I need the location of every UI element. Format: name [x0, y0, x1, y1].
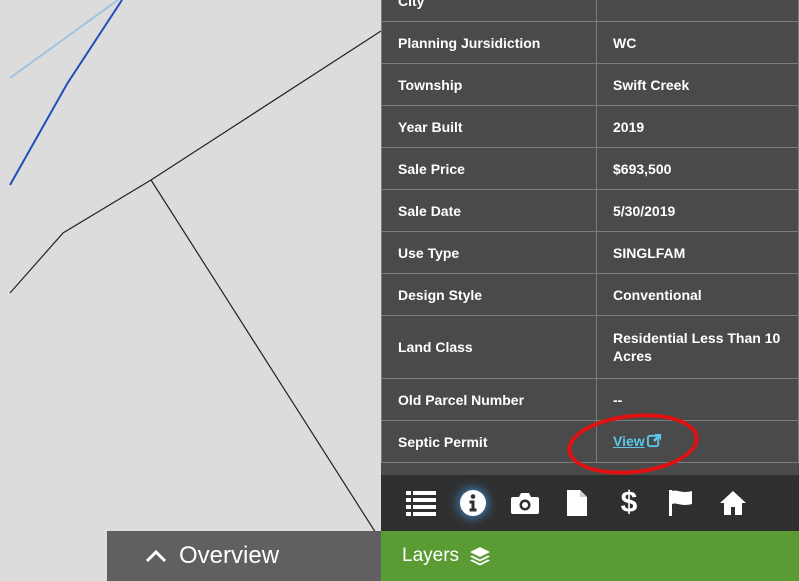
list-icon	[406, 491, 436, 516]
attribute-label: Septic Permit	[381, 420, 597, 463]
table-row: Planning Jursidiction WC	[381, 21, 799, 64]
attribute-value	[596, 0, 799, 22]
attribute-value: 2019	[596, 105, 799, 148]
layers-icon	[470, 547, 491, 566]
attribute-label: Township	[381, 63, 597, 106]
attribute-value: 5/30/2019	[596, 189, 799, 232]
home-button[interactable]	[717, 485, 749, 521]
attribute-label: Design Style	[381, 273, 597, 316]
attribute-label: Sale Date	[381, 189, 597, 232]
table-row: Township Swift Creek	[381, 63, 799, 106]
attribute-label: Old Parcel Number	[381, 378, 597, 421]
table-row: Sale Date 5/30/2019	[381, 189, 799, 232]
attribute-value: Residential Less Than 10 Acres	[596, 315, 799, 379]
attribute-value: $693,500	[596, 147, 799, 190]
panel-toolbar: $	[381, 475, 799, 531]
link-text: View	[613, 432, 645, 449]
attribute-label: Planning Jursidiction	[381, 21, 597, 64]
flag-icon	[669, 490, 692, 516]
table-row: Year Built 2019	[381, 105, 799, 148]
attribute-value: SINGLFAM	[596, 231, 799, 274]
table-row: Land Class Residential Less Than 10 Acre…	[381, 315, 799, 379]
info-button[interactable]	[457, 485, 489, 521]
parcel-attribute-table: City Planning Jursidiction WC Township S…	[381, 0, 799, 463]
septic-permit-view-link[interactable]: View	[613, 433, 662, 449]
table-row: Septic Permit View	[381, 420, 799, 463]
attribute-label: Land Class	[381, 315, 597, 379]
home-icon	[720, 491, 746, 515]
attribute-value: Swift Creek	[596, 63, 799, 106]
attribute-label: Use Type	[381, 231, 597, 274]
camera-icon	[511, 493, 539, 514]
dollar-icon: $	[620, 486, 638, 519]
sales-button[interactable]: $	[613, 485, 645, 521]
document-button[interactable]	[561, 485, 593, 521]
attribute-value: --	[596, 378, 799, 421]
table-row: Design Style Conventional	[381, 273, 799, 316]
parcel-info-panel: City Planning Jursidiction WC Township S…	[381, 0, 799, 475]
overview-tab-label: Overview	[179, 542, 280, 569]
overview-tab[interactable]: Overview	[107, 531, 381, 581]
attribute-value: WC	[596, 21, 799, 64]
attribute-label: Year Built	[381, 105, 597, 148]
photo-button[interactable]	[509, 485, 541, 521]
document-icon	[567, 490, 587, 516]
table-row: City	[381, 0, 799, 22]
table-row: Use Type SINGLFAM	[381, 231, 799, 274]
attribute-label: Sale Price	[381, 147, 597, 190]
chevron-up-icon	[145, 549, 167, 563]
layers-tab[interactable]: Layers	[381, 531, 799, 581]
external-link-icon	[646, 433, 662, 452]
attribute-value: Conventional	[596, 273, 799, 316]
layers-tab-label: Layers	[402, 545, 460, 566]
flag-button[interactable]	[665, 485, 697, 521]
list-button[interactable]	[405, 485, 437, 521]
attribute-value: View	[596, 420, 799, 463]
table-row: Sale Price $693,500	[381, 147, 799, 190]
attribute-label: City	[381, 0, 597, 22]
table-row: Old Parcel Number --	[381, 378, 799, 421]
info-icon	[460, 490, 486, 516]
